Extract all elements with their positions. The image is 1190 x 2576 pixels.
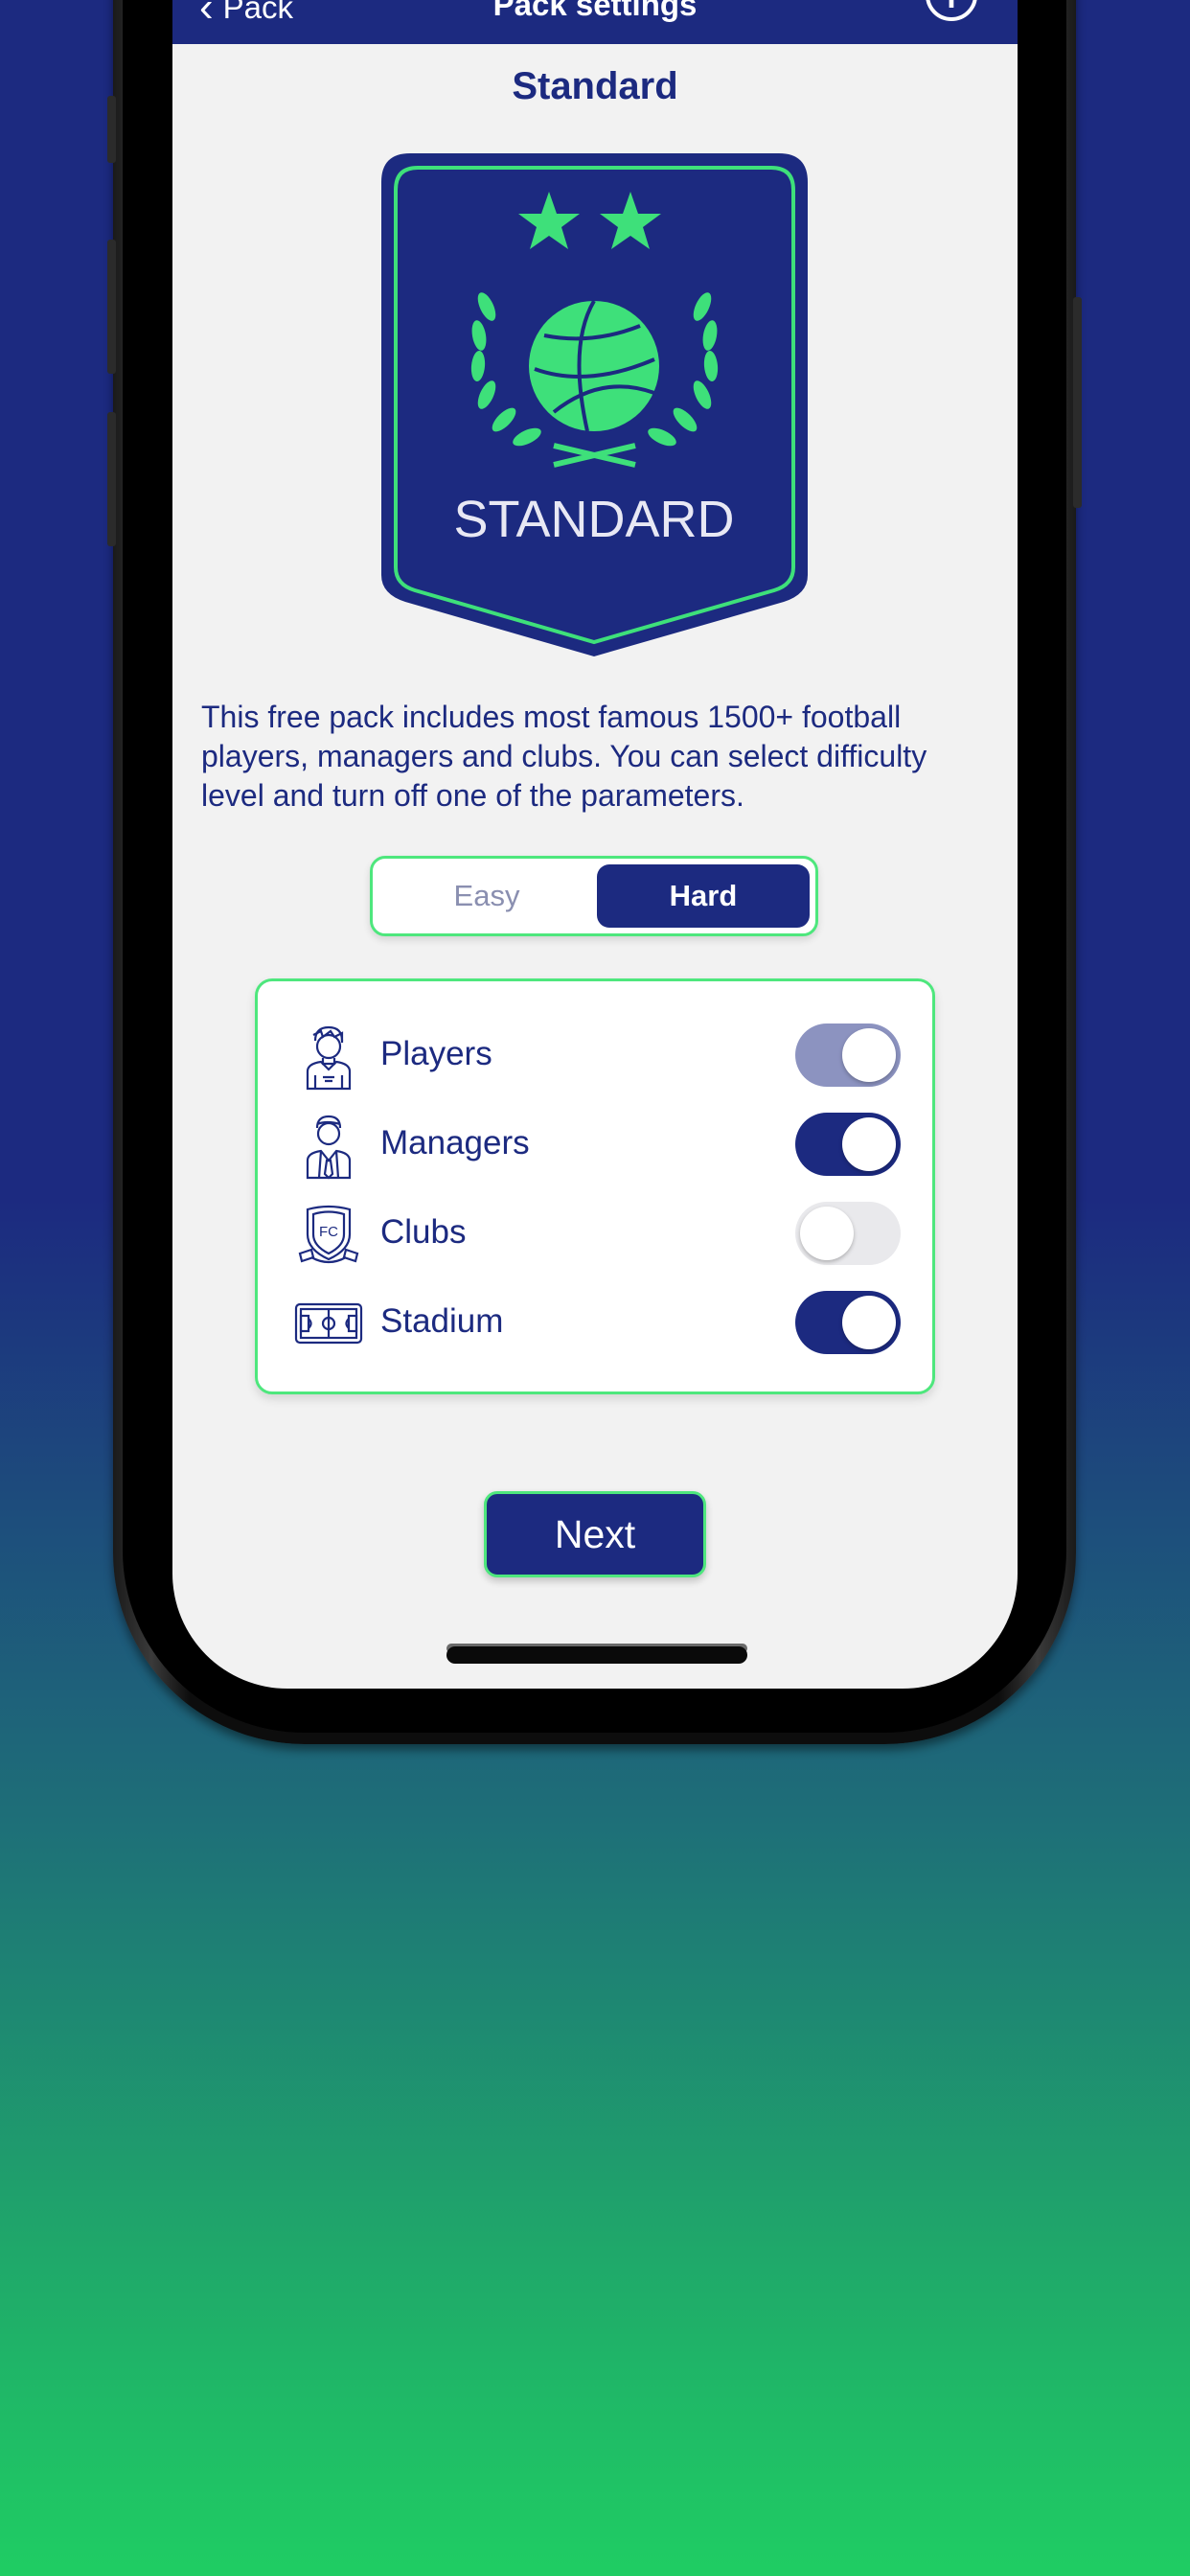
next-button[interactable]: Next: [484, 1491, 706, 1577]
parameter-label: Players: [380, 1035, 492, 1072]
manager-icon: [306, 1115, 352, 1180]
football-icon: [529, 299, 659, 432]
stadium-toggle[interactable]: [795, 1291, 901, 1354]
difficulty-segmented-control: Easy Hard: [370, 856, 818, 936]
svg-text:FC: FC: [319, 1224, 338, 1240]
players-toggle[interactable]: [795, 1024, 901, 1087]
parameters-card: Players Managers FC Clubs Stadium: [255, 978, 935, 1394]
phone-volume-up: [107, 240, 116, 374]
phone-power-button: [1073, 297, 1082, 508]
managers-toggle[interactable]: [795, 1113, 901, 1176]
parameter-row-managers: Managers: [258, 1107, 932, 1184]
nav-bar: ‹ Pack Pack settings i: [172, 0, 1018, 44]
parameter-row-stadium: Stadium: [258, 1285, 932, 1362]
clubs-toggle[interactable]: [795, 1202, 901, 1265]
pack-badge: STANDARD: [381, 153, 808, 656]
page-title: Pack settings: [492, 0, 698, 22]
phone-side-button: [107, 96, 116, 163]
parameter-label: Clubs: [380, 1213, 467, 1251]
pack-title: Standard: [512, 65, 678, 107]
club-crest-icon: FC: [298, 1205, 359, 1264]
parameter-row-players: Players: [258, 1018, 932, 1094]
app-screen: ‹ Pack Pack settings i Standard: [172, 0, 1018, 1689]
difficulty-hard-option[interactable]: Hard: [597, 864, 810, 928]
parameter-label: Managers: [380, 1124, 530, 1162]
badge-text: STANDARD: [453, 491, 734, 548]
parameter-label: Stadium: [380, 1302, 504, 1340]
home-indicator[interactable]: [446, 1646, 747, 1664]
player-icon: [306, 1025, 352, 1091]
difficulty-easy-option[interactable]: Easy: [380, 864, 593, 928]
phone-volume-down: [107, 412, 116, 546]
pack-description: This free pack includes most famous 1500…: [201, 700, 927, 813]
parameter-row-clubs: FC Clubs: [258, 1196, 932, 1273]
stadium-icon: [294, 1302, 363, 1345]
